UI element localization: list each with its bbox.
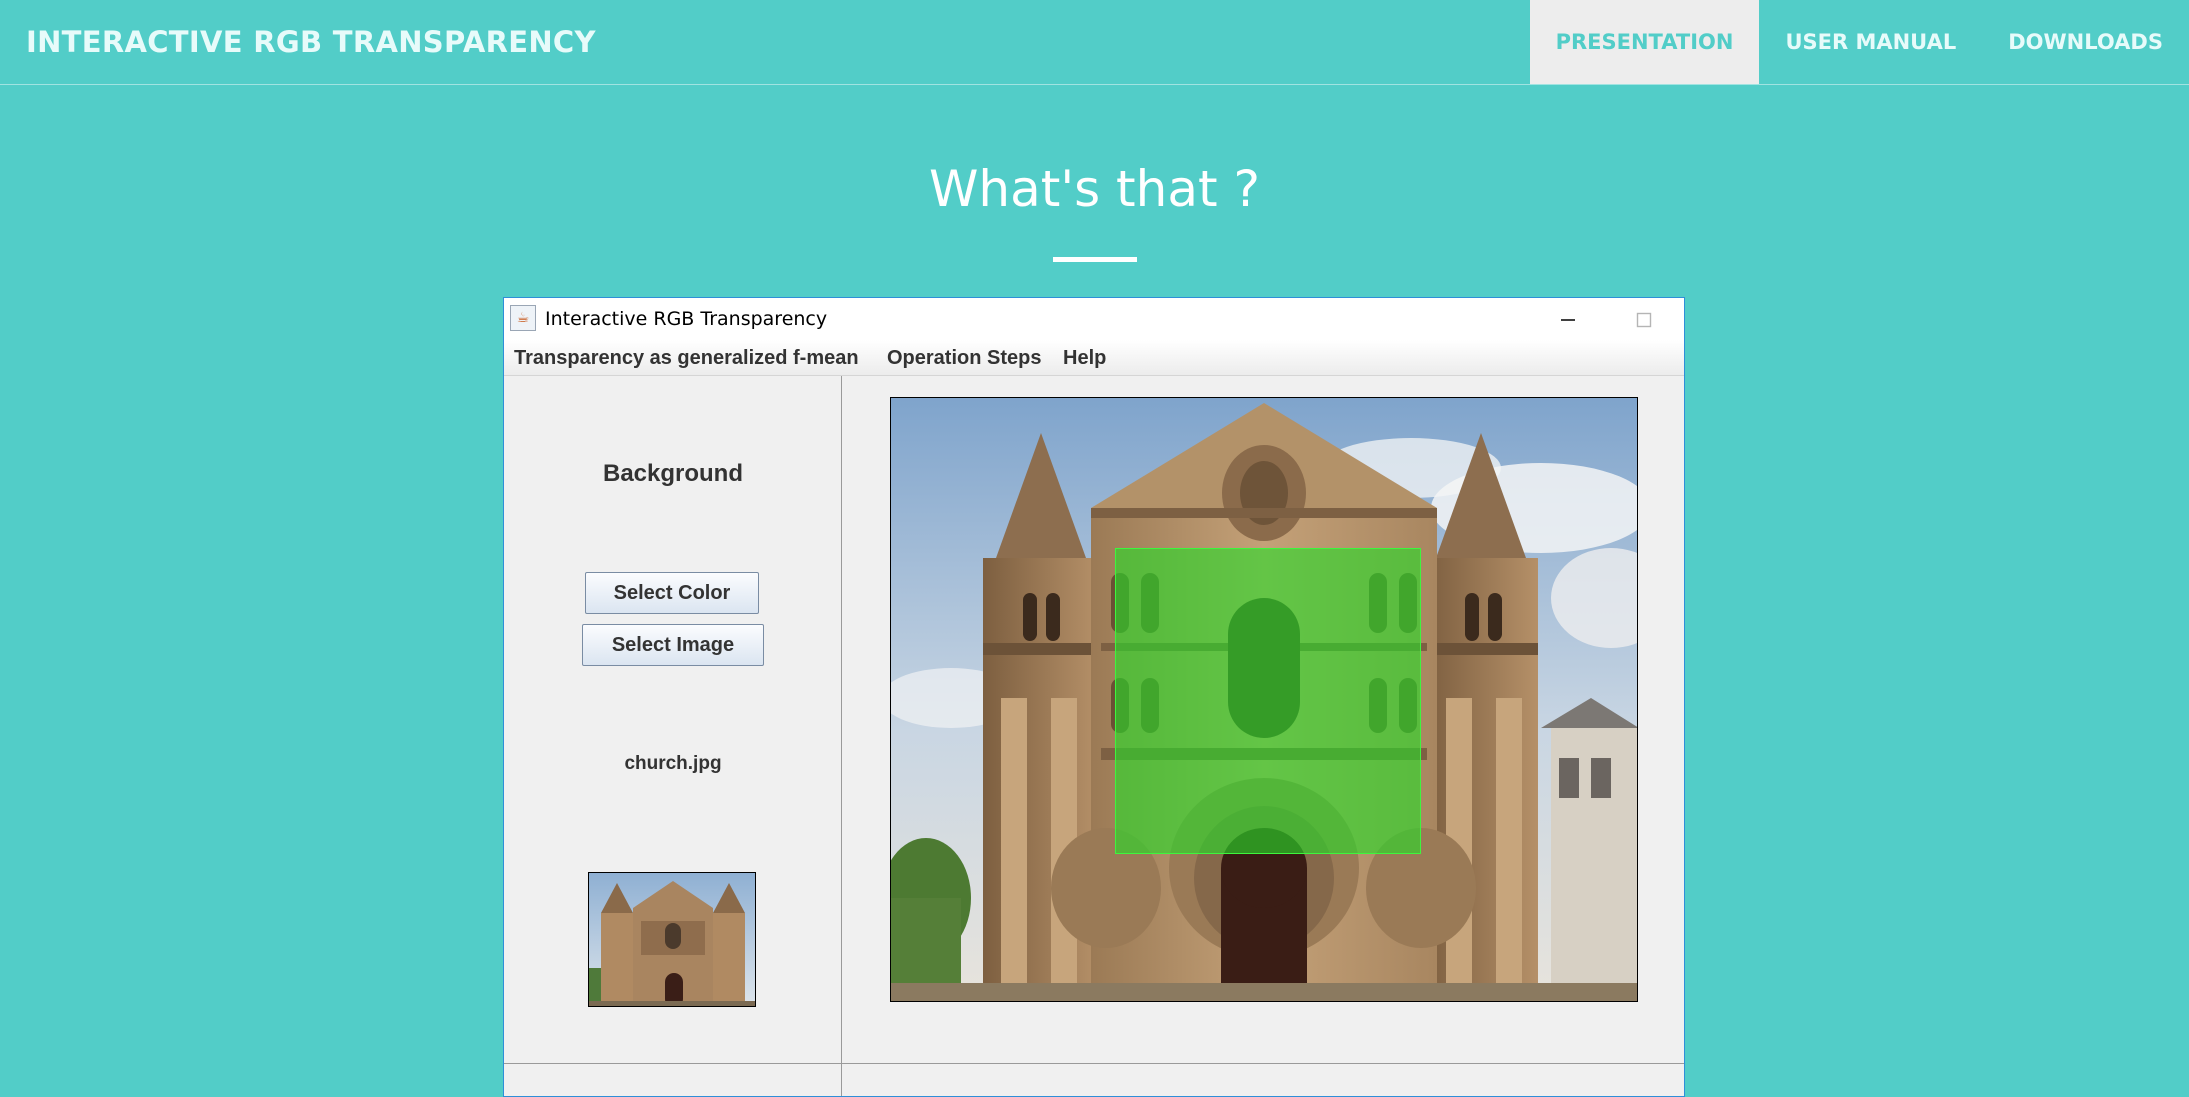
nav-presentation[interactable]: PRESENTATION <box>1529 0 1760 84</box>
menu-transparency[interactable]: Transparency as generalized f-mean <box>514 340 859 376</box>
nav-downloads[interactable]: DOWNLOADS <box>1982 0 2189 84</box>
minimize-icon[interactable] <box>1530 298 1606 340</box>
select-image-button[interactable]: Select Image <box>582 624 764 666</box>
java-app-icon: ☕ <box>510 305 536 331</box>
select-color-button[interactable]: Select Color <box>585 572 759 614</box>
window-menubar: Transparency as generalized f-mean Opera… <box>504 340 1684 376</box>
nav-user-manual[interactable]: USER MANUAL <box>1759 0 1982 84</box>
transparency-overlay-square[interactable] <box>1115 548 1421 854</box>
nav-links: PRESENTATION USER MANUAL DOWNLOADS <box>1529 0 2189 84</box>
close-icon[interactable] <box>1682 298 1684 340</box>
hero-underline <box>1053 257 1137 262</box>
app-window: ☕ Interactive RGB Transparency Transpare… <box>503 297 1685 1097</box>
maximize-icon[interactable] <box>1606 298 1682 340</box>
image-canvas[interactable] <box>890 397 1638 1002</box>
background-thumbnail <box>588 872 756 1007</box>
menu-operation-steps[interactable]: Operation Steps <box>887 340 1041 376</box>
hero-title: What's that ? <box>928 160 1261 218</box>
background-panel: Background Select Color Select Image chu… <box>504 376 842 1096</box>
background-file-name: church.jpg <box>624 753 722 774</box>
background-heading: Background <box>602 460 743 487</box>
site-brand[interactable]: INTERACTIVE RGB TRANSPARENCY <box>26 0 596 84</box>
window-titlebar[interactable]: ☕ Interactive RGB Transparency <box>504 298 1684 340</box>
site-navbar: INTERACTIVE RGB TRANSPARENCY PRESENTATIO… <box>0 0 2189 85</box>
panel-divider <box>504 1063 1684 1064</box>
window-title: Interactive RGB Transparency <box>545 308 828 330</box>
menu-help[interactable]: Help <box>1063 340 1106 376</box>
